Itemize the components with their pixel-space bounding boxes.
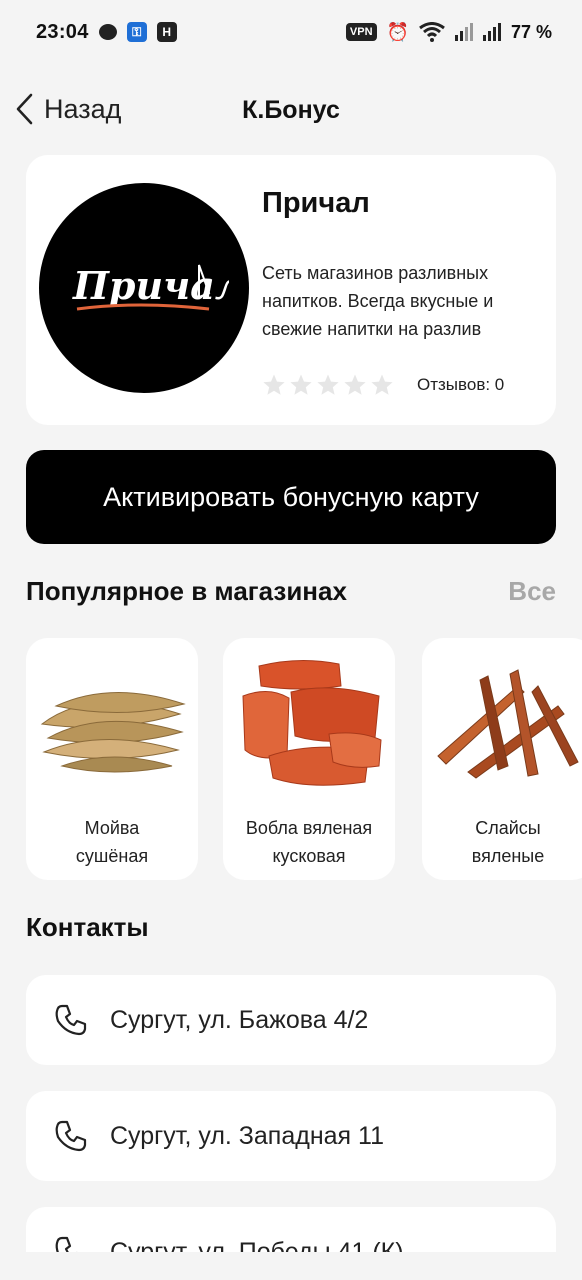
bottom-fade [0, 1252, 582, 1280]
product-name-line1: Мойва [84, 818, 140, 838]
dried-roach-pieces-image [242, 659, 382, 786]
reviews-count: Отзывов: 0 [417, 375, 505, 394]
store-description: Сеть магазинов разливных напитков. Всегд… [262, 263, 494, 339]
signal-icon [454, 23, 473, 41]
dried-fish-slices-image [437, 669, 579, 779]
h-app-icon: H [156, 22, 177, 42]
products-carousel[interactable]: Мойва сушёная Вобла вяленая кусковая Сла… [26, 638, 582, 880]
product-card-capelin[interactable]: Мойва сушёная [26, 638, 198, 880]
activate-bonus-card-button[interactable]: Активировать бонусную карту [26, 450, 556, 544]
dried-capelin-image [40, 692, 186, 773]
store-logo: Причал [39, 183, 249, 393]
star-icon [371, 374, 393, 395]
product-name: Слайсы вяленые [422, 814, 582, 870]
product-name-line2: сушёная [75, 846, 149, 866]
product-name-line2: кусковая [272, 846, 346, 866]
product-name: Мойва сушёная [26, 814, 198, 870]
contact-address: Сургут, ул. Западная 11 [110, 1122, 384, 1150]
alarm-icon: ⏰ [386, 21, 409, 42]
star-icon [290, 374, 312, 395]
store-name: Причал [262, 187, 370, 219]
product-name-line1: Вобла вяленая [245, 818, 373, 838]
status-bar-left: 23:04 ⚿ H [36, 21, 177, 44]
chat-icon [98, 24, 117, 40]
store-card: Причал Причал Сеть магазинов разливных н… [26, 155, 556, 425]
star-icon [263, 374, 285, 395]
phone-icon [55, 1004, 87, 1036]
rating-stars [262, 373, 394, 397]
contact-item[interactable]: Сургут, ул. Западная 11 [26, 1091, 556, 1181]
battery-level: 77 % [510, 21, 552, 42]
store-logo-mark: Причал [72, 263, 229, 311]
star-icon [344, 374, 366, 395]
product-name: Вобла вяленая кусковая [223, 814, 395, 870]
contact-address: Сургут, ул. Бажова 4/2 [110, 1006, 369, 1034]
phone-icon [55, 1120, 87, 1152]
vpn-badge: VPN [345, 23, 377, 41]
signal-icon-2 [482, 23, 501, 41]
see-all-link[interactable]: Все [508, 576, 556, 607]
status-bar-right: VPN ⏰ 77 % [345, 21, 552, 43]
star-icon [317, 374, 339, 395]
app-header: Назад К.Бонус [0, 78, 582, 142]
contacts-section-title: Контакты [26, 912, 149, 942]
product-card-vobla[interactable]: Вобла вяленая кусковая [223, 638, 395, 880]
product-card-slices[interactable]: Слайсы вяленые [422, 638, 582, 880]
status-time: 23:04 [36, 20, 89, 43]
page-title: К.Бонус [242, 96, 340, 124]
status-bar: 23:04 ⚿ H VPN ⏰ 77 % [0, 0, 582, 64]
product-name-line1: Слайсы [475, 818, 541, 838]
key-icon: ⚿ [126, 22, 147, 42]
contact-item[interactable]: Сургут, ул. Бажова 4/2 [26, 975, 556, 1065]
popular-section-title: Популярное в магазинах [26, 576, 347, 606]
product-name-line2: вяленые [471, 846, 545, 866]
wifi-icon [419, 22, 445, 42]
